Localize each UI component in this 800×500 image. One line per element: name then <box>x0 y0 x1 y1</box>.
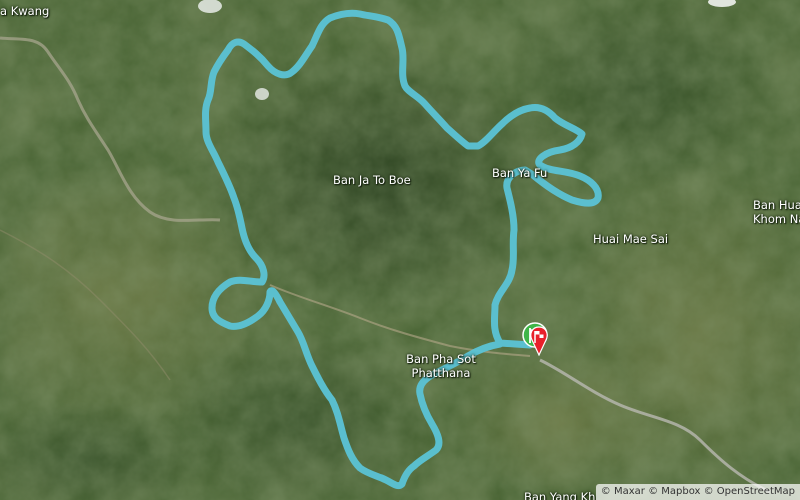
route-layer <box>202 9 602 490</box>
attribution-mapbox-link[interactable]: © Mapbox <box>648 486 700 497</box>
map-view[interactable]: a Kwang Ban Ja To Boe Ban Ya Fu Huai Mae… <box>0 0 800 500</box>
map-attribution: © Maxar © Mapbox © OpenStreetMap <box>595 484 800 500</box>
attribution-maxar-link[interactable]: © Maxar <box>601 486 645 497</box>
route-path[interactable] <box>202 9 602 490</box>
attribution-osm-link[interactable]: © OpenStreetMap <box>704 486 795 497</box>
checkered-flag-icon <box>530 326 548 357</box>
finish-marker[interactable] <box>528 326 550 357</box>
